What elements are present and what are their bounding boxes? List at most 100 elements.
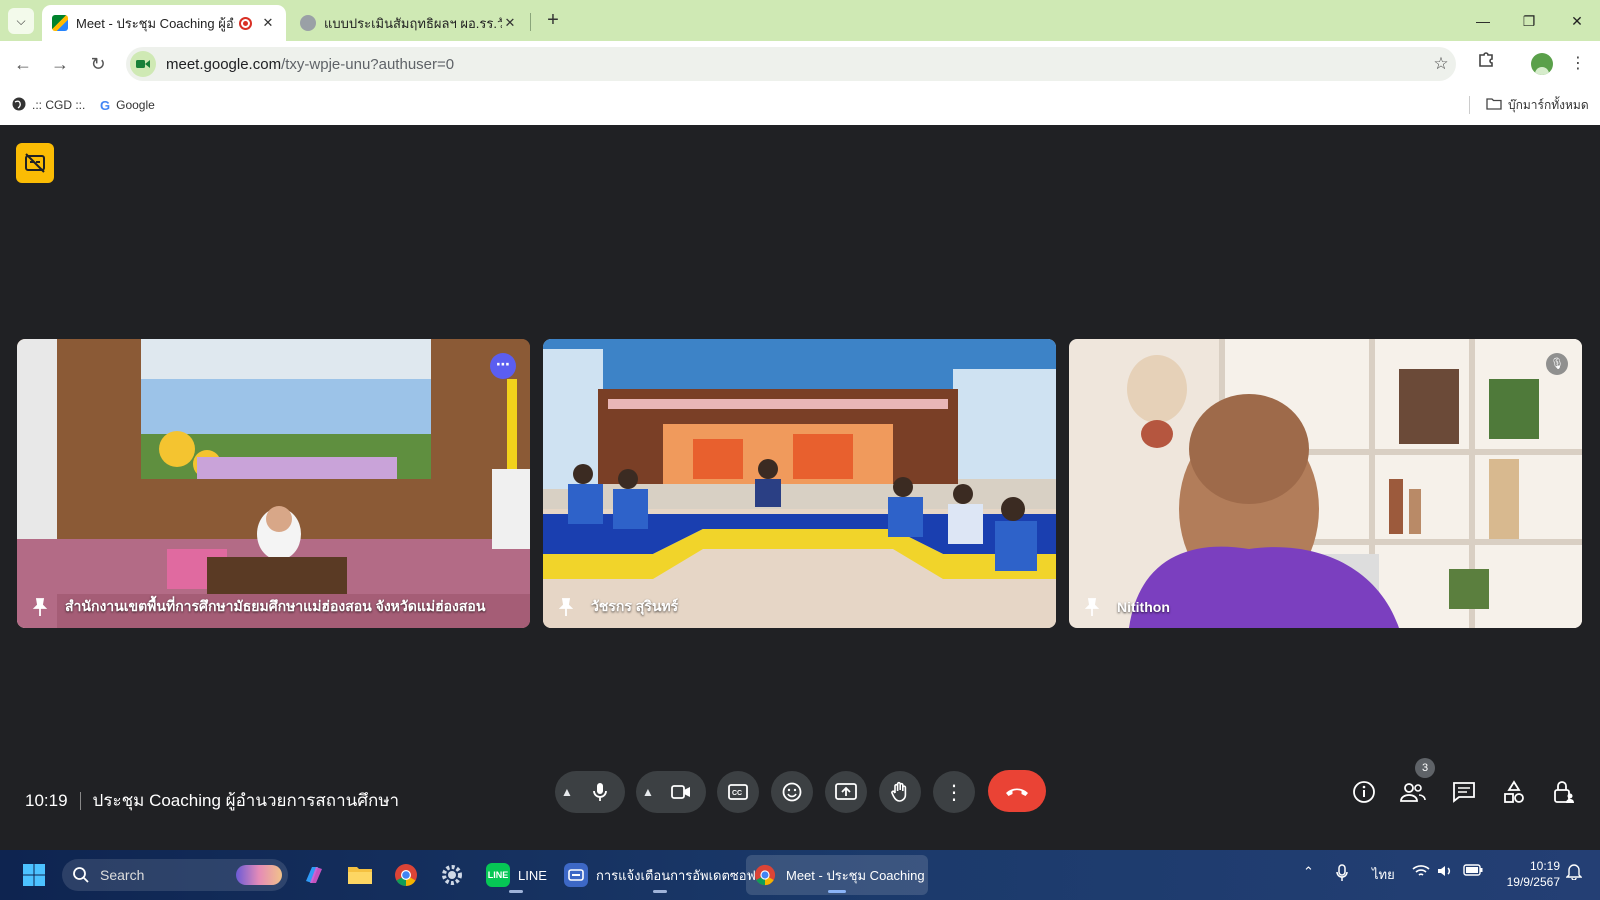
notification-bell-icon[interactable] (1565, 862, 1583, 883)
participant-name: สำนักงานเขตพื้นที่การศึกษามัธยมศึกษาแม่ฮ… (65, 598, 486, 614)
file-explorer-icon[interactable] (346, 861, 374, 889)
tab-meet[interactable]: Meet - ประชุม Coaching ผู้อำ ✕ (42, 5, 286, 41)
arrow-left-icon: ← (14, 54, 32, 74)
participant-video (17, 339, 530, 628)
closed-captions-icon: CC (728, 784, 748, 800)
more-vert-icon: ⋮ (944, 781, 964, 804)
present-screen-button[interactable] (825, 771, 867, 813)
forward-button[interactable]: → (46, 50, 74, 78)
back-button[interactable]: ← (9, 50, 37, 78)
shapes-icon (1504, 780, 1524, 803)
camera-button[interactable] (660, 771, 702, 813)
puzzle-icon (1479, 52, 1493, 67)
info-icon (1353, 781, 1375, 803)
system-clock[interactable]: 10:19 19/9/2567 (1496, 858, 1560, 890)
more-vert-icon: ⋮ (1570, 55, 1586, 72)
meeting-details-button[interactable] (1347, 775, 1381, 809)
windows-logo-icon (23, 864, 45, 886)
taskbar-search[interactable]: Search (62, 859, 288, 891)
extensions-button[interactable] (1472, 50, 1500, 78)
more-options-button[interactable]: ⋮ (933, 771, 975, 813)
browser-toolbar: ← → ↻ meet.google.com/txy-wpje-unu?authu… (0, 41, 1600, 85)
participant-count-badge: 3 (1415, 758, 1435, 778)
audio-settings-caret[interactable]: ▲ (555, 785, 579, 799)
bookmark-label: .:: CGD ::. (32, 98, 86, 112)
clock-date: 19/9/2567 (1506, 875, 1560, 889)
url-path: /txy-wpje-unu?authuser=0 (281, 55, 455, 73)
site-info-icon[interactable] (130, 51, 156, 77)
camera-control-group: ▲ (636, 771, 706, 813)
url-text[interactable]: meet.google.com/txy-wpje-unu?authuser=0 (166, 56, 1426, 73)
meeting-title: ประชุม Coaching ผู้อำนวยการสถานศึกษา (92, 791, 400, 810)
minimize-button[interactable]: — (1468, 8, 1498, 34)
taskbar-app-label: Meet - ประชุม Coaching (786, 867, 925, 883)
search-highlight-image (236, 865, 282, 885)
meet-stage: ⋯ สำนักงานเขตพื้นที่การศึกษามัธยมศึกษาแม… (0, 125, 1600, 850)
participant-tile-nitithon[interactable]: 🎙 Nitithon (1069, 339, 1582, 628)
input-language[interactable]: ไทย (1372, 864, 1395, 885)
tab-evaluation-form[interactable]: แบบประเมินสัมฤทธิผลฯ ผอ.รร.วัชรก ✕ (290, 5, 528, 41)
taskbar-app-meet[interactable]: Meet - ประชุม Coaching (746, 855, 928, 895)
microphone-button[interactable] (579, 771, 621, 813)
battery-icon[interactable] (1463, 864, 1483, 879)
captions-button[interactable]: CC (717, 771, 759, 813)
bookmark-cgd[interactable]: .:: CGD ::. (12, 95, 85, 115)
tab-search-button[interactable]: ⌵ (8, 8, 34, 34)
bookmark-google[interactable]: G Google (100, 95, 155, 115)
pin-icon[interactable] (555, 596, 577, 618)
reactions-button[interactable] (771, 771, 813, 813)
bookmark-star-icon[interactable]: ☆ (1426, 54, 1456, 74)
show-hidden-icons-button[interactable]: ⌃ (1303, 864, 1314, 880)
recording-icon (239, 16, 252, 30)
people-button[interactable] (1396, 775, 1430, 809)
start-button[interactable] (20, 861, 48, 889)
taskbar-app-update-notification[interactable]: การแจ้งเตือนการอัพเดตซอฟ (556, 855, 764, 895)
all-bookmarks-label: บุ๊กมาร์กทั้งหมด (1508, 97, 1589, 112)
divider (79, 791, 81, 810)
all-bookmarks-button[interactable]: บุ๊กมาร์กทั้งหมด (1486, 95, 1589, 115)
participant-name-label: สำนักงานเขตพื้นที่การศึกษามัธยมศึกษาแม่ฮ… (29, 596, 485, 618)
close-tab-icon[interactable]: ✕ (502, 15, 518, 31)
chrome-taskbar-icon[interactable] (392, 861, 420, 889)
profile-avatar[interactable] (1531, 53, 1553, 75)
browser-menu-button[interactable]: ⋮ (1564, 50, 1592, 78)
bookmarks-divider (1469, 96, 1470, 114)
microphone-tray-icon[interactable] (1336, 864, 1348, 885)
reload-button[interactable]: ↻ (84, 50, 112, 78)
taskbar-app-label: การแจ้งเตือนการอัพเดตซอฟ (596, 867, 756, 883)
settings-gear-icon[interactable] (438, 861, 466, 889)
clock-time: 10:19 (1529, 859, 1560, 873)
present-screen-icon (835, 783, 857, 800)
close-tab-icon[interactable]: ✕ (260, 15, 276, 31)
participant-name-label: วัชรกร สุรินทร์ (555, 596, 678, 618)
browser-tab-bar: ⌵ Meet - ประชุม Coaching ผู้อำ ✕ แบบประเ… (0, 0, 1600, 41)
line-app-icon: LINE (486, 863, 510, 887)
participant-tile-watcharakorn[interactable]: วัชรกร สุรินทร์ (543, 339, 1056, 628)
hang-up-icon (1006, 788, 1028, 796)
participant-name: Nitithon (1117, 599, 1170, 615)
chat-button[interactable] (1447, 775, 1481, 809)
leave-call-button[interactable] (988, 770, 1046, 812)
more-options-button[interactable]: ⋯ (490, 353, 516, 379)
pin-icon[interactable] (29, 596, 51, 618)
raise-hand-button[interactable] (879, 771, 921, 813)
close-window-button[interactable]: ✕ (1562, 8, 1592, 34)
participant-name-label: Nitithon (1081, 596, 1170, 618)
video-settings-caret[interactable]: ▲ (636, 785, 660, 799)
restore-button[interactable]: ❐ (1514, 8, 1544, 34)
participant-tile-office[interactable]: ⋯ สำนักงานเขตพื้นที่การศึกษามัธยมศึกษาแม… (17, 339, 530, 628)
wifi-icon[interactable] (1412, 864, 1430, 881)
arrow-right-icon: → (51, 54, 69, 74)
address-bar[interactable]: meet.google.com/txy-wpje-unu?authuser=0 … (126, 47, 1456, 81)
running-indicator (828, 890, 846, 893)
captions-off-badge[interactable] (16, 143, 54, 183)
svg-text:CC: CC (732, 790, 742, 797)
volume-icon[interactable] (1437, 864, 1453, 881)
host-controls-button[interactable] (1547, 775, 1581, 809)
copilot-app-icon[interactable] (300, 861, 328, 889)
taskbar-app-line[interactable]: LINE LINE (478, 855, 555, 895)
new-tab-button[interactable]: + (540, 8, 566, 34)
pin-icon[interactable] (1081, 596, 1103, 618)
search-placeholder: Search (100, 867, 145, 883)
activities-button[interactable] (1497, 775, 1531, 809)
